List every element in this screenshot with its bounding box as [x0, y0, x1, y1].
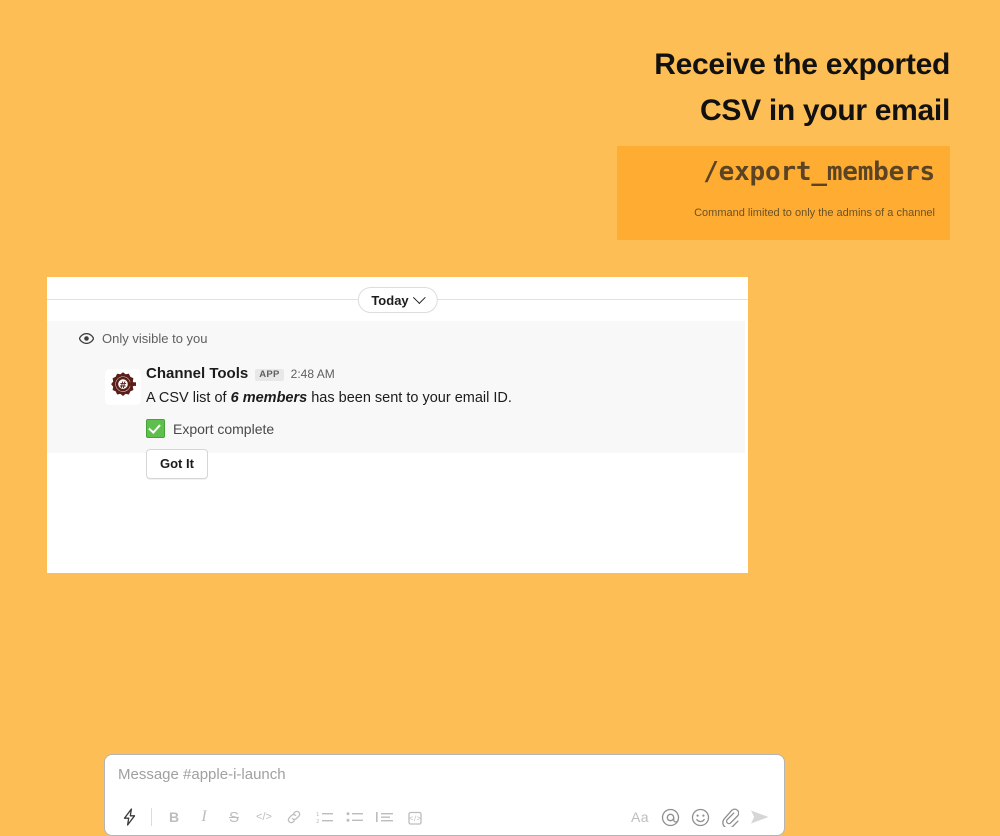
italic-icon[interactable]: I [189, 803, 219, 831]
message-text-before: A CSV list of [146, 390, 231, 406]
slash-command-note: Command limited to only the admins of a … [694, 207, 935, 219]
attachment-icon[interactable] [715, 803, 745, 831]
white-check-mark-emoji [146, 419, 165, 438]
chevron-down-icon [412, 290, 426, 304]
send-icon[interactable] [745, 803, 775, 831]
mention-icon[interactable] [655, 803, 685, 831]
app-badge: APP [255, 368, 284, 381]
page-title: Receive the exported CSV in your email [330, 42, 950, 133]
message-body: Channel Tools APP 2:48 AM A CSV list of … [146, 365, 733, 479]
message-text: A CSV list of 6 members has been sent to… [146, 388, 733, 408]
gear-hash-app-avatar-icon[interactable]: # [105, 369, 141, 405]
attachment-status-line: Export complete [146, 419, 733, 438]
message-header: Channel Tools APP 2:48 AM [146, 365, 733, 383]
link-icon[interactable] [279, 803, 309, 831]
message-composer[interactable]: Message #apple-i-launch B I S </> 1 2 </… [104, 754, 785, 836]
visibility-note: Only visible to you [79, 331, 208, 346]
toolbar-separator [151, 808, 152, 826]
message-text-after: has been sent to your email ID. [307, 390, 512, 406]
svg-text:2: 2 [316, 819, 320, 824]
formatting-toggle-glyph: Aa [630, 809, 650, 825]
blockquote-icon[interactable] [369, 803, 399, 831]
date-divider: Today [47, 277, 748, 321]
svg-text:</>: </> [407, 815, 421, 823]
message-text-highlight: 6 members [230, 390, 308, 406]
bold-glyph: B [168, 809, 180, 825]
inline-code-glyph: </> [256, 810, 272, 823]
message-input[interactable]: Message #apple-i-launch [118, 766, 286, 783]
message-timestamp[interactable]: 2:48 AM [291, 365, 335, 383]
date-divider-label: Today [371, 292, 409, 308]
svg-text:1: 1 [316, 812, 320, 818]
formatting-toggle-icon[interactable]: Aa [625, 803, 655, 831]
slash-command-card: /export_members Command limited to only … [617, 146, 950, 240]
strikethrough-icon[interactable]: S [219, 803, 249, 831]
slack-window: Today Only visible to you # Channel Tool… [47, 277, 785, 836]
visibility-note-label: Only visible to you [102, 331, 208, 346]
lightning-shortcuts-icon[interactable] [114, 803, 144, 831]
italic-glyph: I [201, 808, 207, 825]
app-name[interactable]: Channel Tools [146, 365, 248, 383]
slash-command-text: /export_members [703, 157, 935, 187]
emoji-icon[interactable] [685, 803, 715, 831]
headline-line-1: Receive the exported [654, 48, 950, 81]
ordered-list-icon[interactable]: 1 2 [309, 803, 339, 831]
got-it-button[interactable]: Got It [146, 449, 208, 479]
svg-text:#: # [119, 381, 127, 391]
bold-icon[interactable]: B [159, 803, 189, 831]
bulleted-list-icon[interactable] [339, 803, 369, 831]
eye-icon [79, 333, 94, 344]
ephemeral-message-block: Only visible to you # Channel Tools APP [47, 321, 745, 479]
composer-toolbar: B I S </> 1 2 </> Aa [105, 799, 784, 835]
headline-line-2: CSV in your email [700, 93, 950, 127]
date-divider-button[interactable]: Today [357, 287, 438, 313]
inline-code-icon[interactable]: </> [249, 803, 279, 831]
attachment-status-label: Export complete [173, 420, 275, 437]
code-block-icon[interactable]: </> [399, 803, 429, 831]
strikethrough-glyph: S [228, 808, 239, 826]
